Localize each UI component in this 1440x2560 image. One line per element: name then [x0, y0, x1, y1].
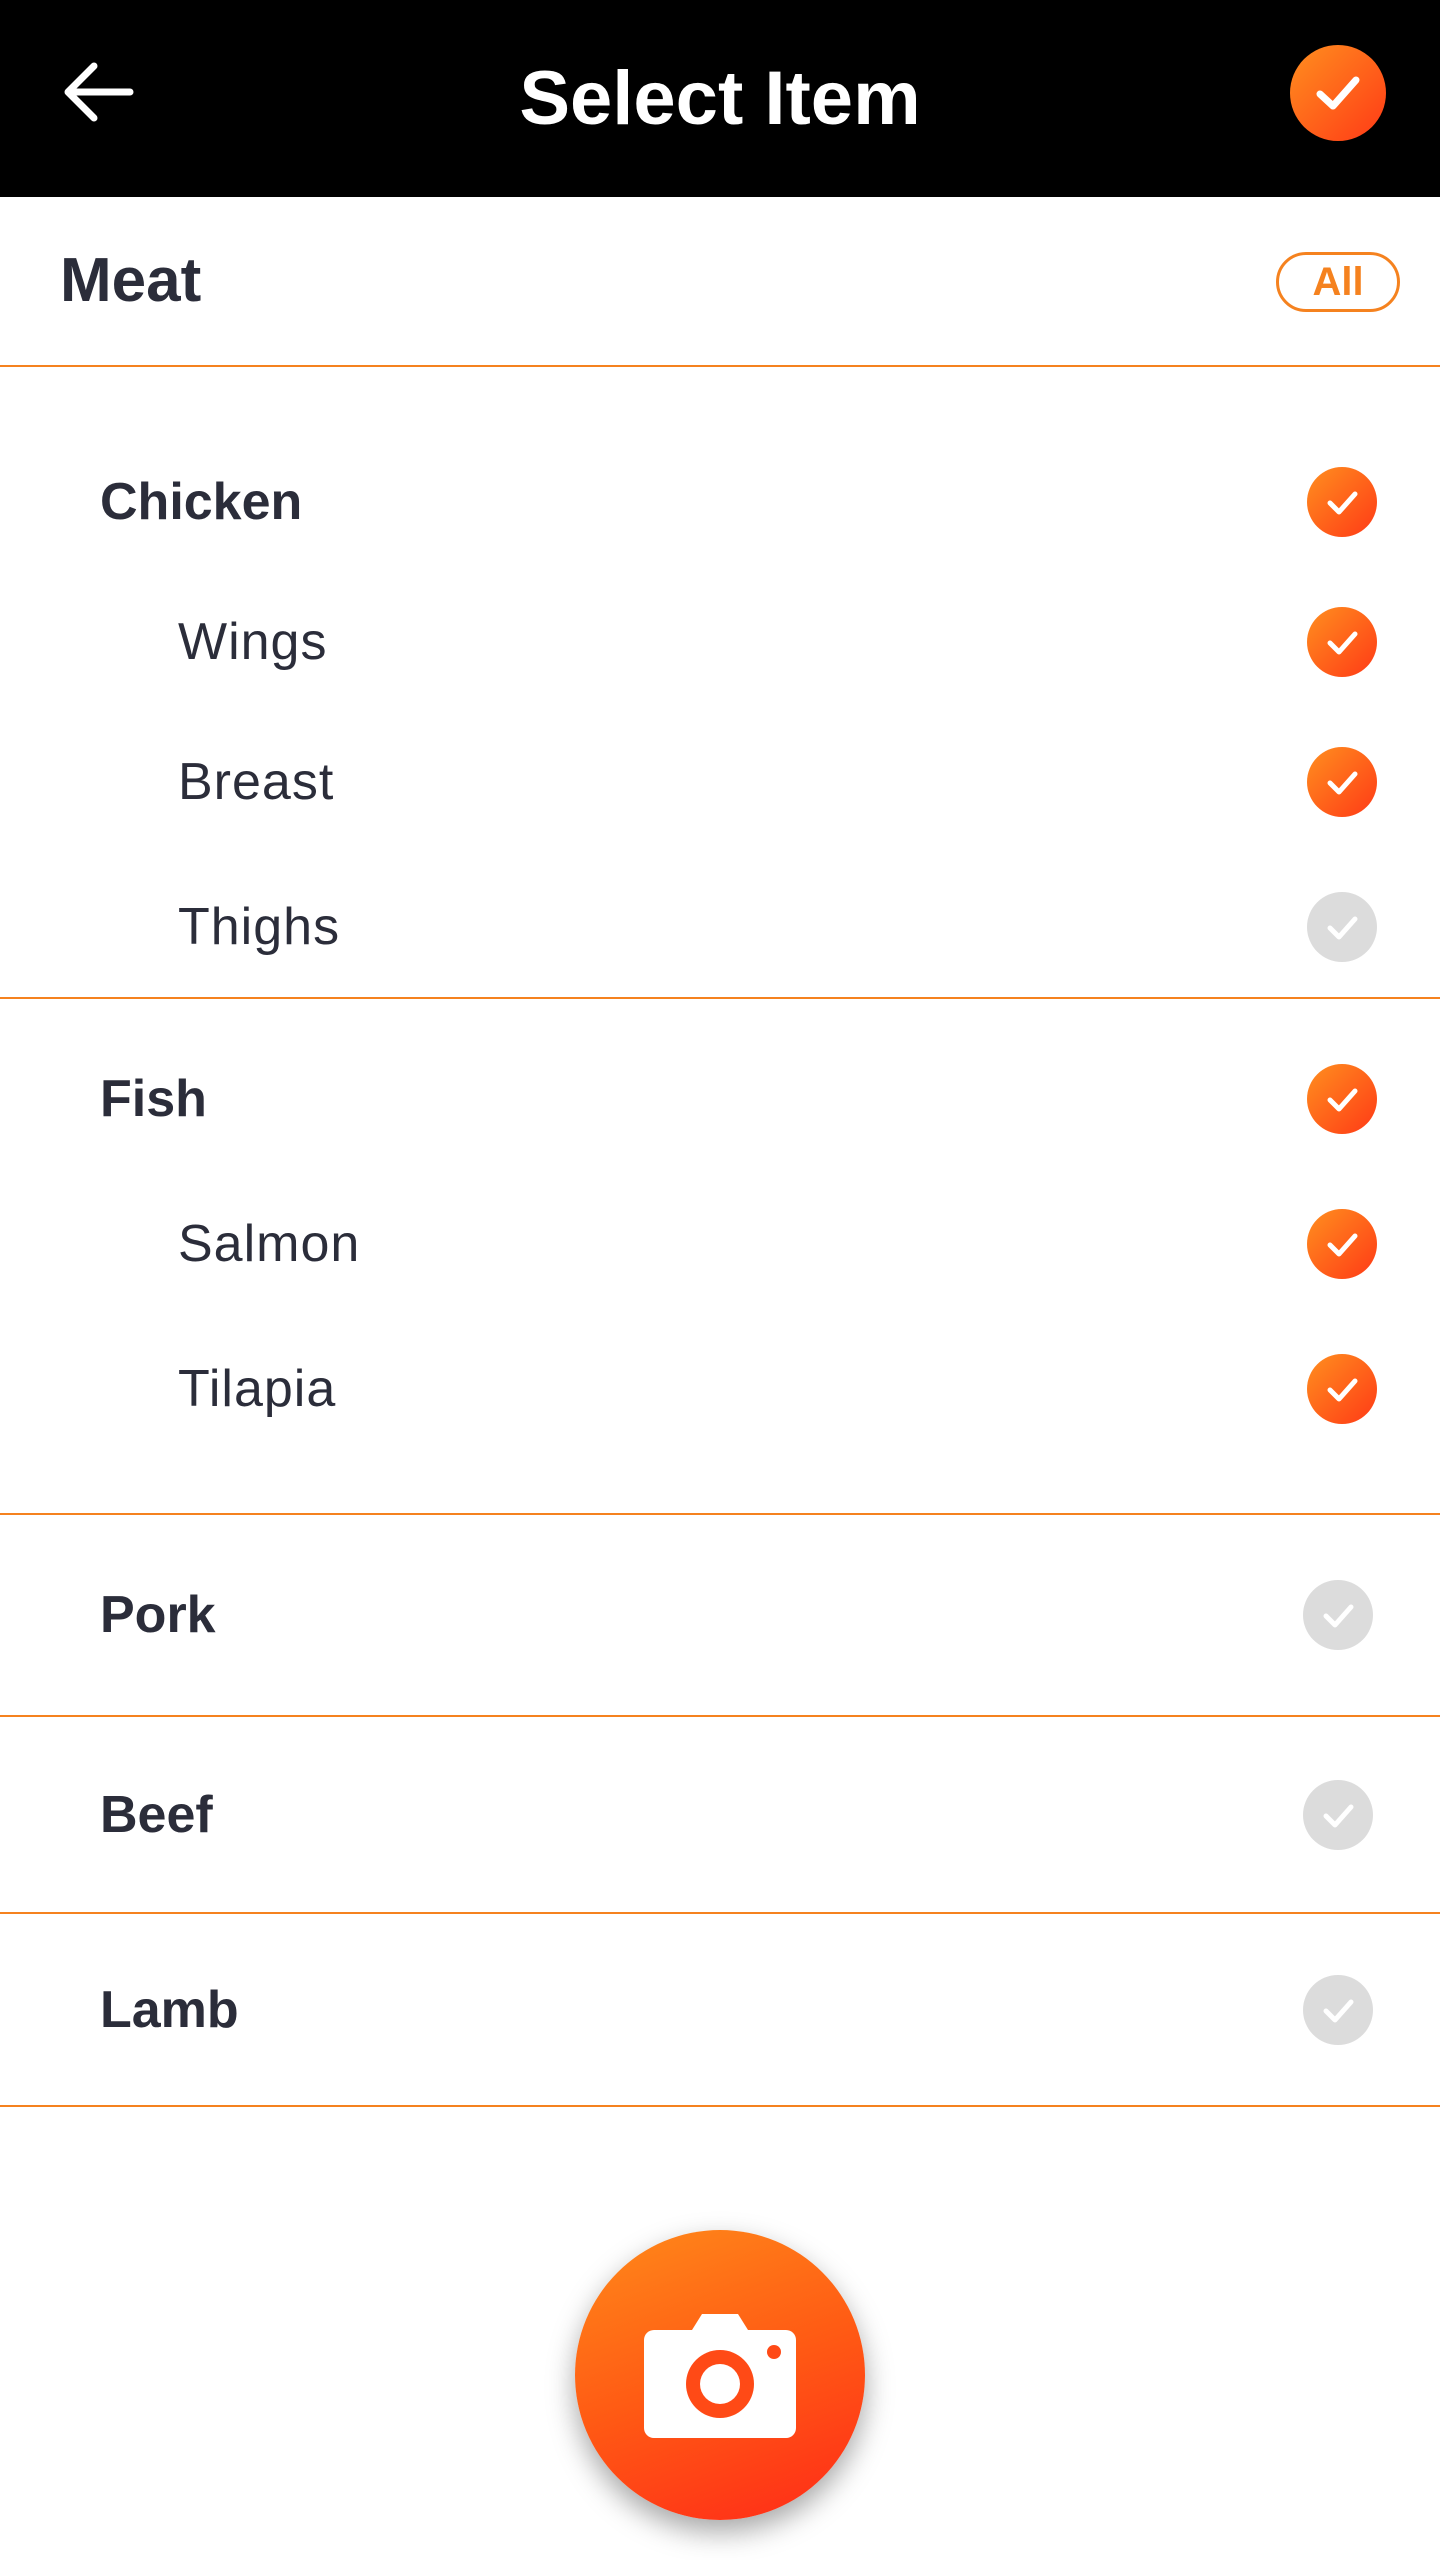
- sub-item-salmon[interactable]: Salmon: [0, 1179, 1440, 1309]
- group-item-chicken[interactable]: Chicken: [0, 427, 1440, 577]
- sub-item-breast[interactable]: Breast: [0, 717, 1440, 847]
- item-label: Salmon: [178, 1215, 361, 1273]
- check-icon[interactable]: [1303, 1974, 1373, 2045]
- group-chicken: Chicken Wings Breast Thighs: [0, 367, 1440, 999]
- check-icon[interactable]: [1307, 1064, 1377, 1134]
- check-icon[interactable]: [1307, 892, 1377, 962]
- check-icon: [1316, 76, 1360, 110]
- arrow-left-icon: [64, 62, 134, 122]
- item-label: Wings: [178, 613, 328, 671]
- item-label: Chicken: [100, 473, 303, 531]
- top-app-bar: Select Item: [0, 0, 1440, 197]
- group-item-fish[interactable]: Fish: [0, 1034, 1440, 1164]
- back-button[interactable]: [58, 52, 138, 132]
- check-icon[interactable]: [1307, 747, 1377, 817]
- category-header: Meat All: [0, 197, 1440, 367]
- check-icon[interactable]: [1307, 1209, 1377, 1279]
- item-label: Breast: [178, 753, 335, 811]
- page-title: Select Item: [519, 56, 921, 141]
- group-item-beef[interactable]: Beef: [0, 1717, 1440, 1912]
- check-icon[interactable]: [1303, 1580, 1373, 1650]
- item-label: Beef: [100, 1785, 213, 1844]
- check-icon[interactable]: [1307, 607, 1377, 677]
- item-label: Thighs: [178, 898, 341, 956]
- item-label: Pork: [100, 1586, 216, 1644]
- group-pork: Pork: [0, 1515, 1440, 1717]
- check-icon[interactable]: [1307, 1354, 1377, 1424]
- confirm-button[interactable]: [1290, 45, 1386, 141]
- item-label: Fish: [100, 1070, 207, 1128]
- check-icon[interactable]: [1307, 467, 1377, 537]
- check-icon[interactable]: [1303, 1779, 1373, 1850]
- sub-item-wings[interactable]: Wings: [0, 577, 1440, 707]
- camera-button[interactable]: [575, 2230, 865, 2520]
- sub-item-tilapia[interactable]: Tilapia: [0, 1324, 1440, 1454]
- category-title: Meat: [60, 246, 202, 315]
- select-all-button[interactable]: All: [1276, 252, 1400, 312]
- item-label: Lamb: [100, 1980, 239, 2039]
- group-lamb: Lamb: [0, 1914, 1440, 2107]
- group-item-lamb[interactable]: Lamb: [0, 1914, 1440, 2105]
- group-beef: Beef: [0, 1717, 1440, 1914]
- camera-icon: [644, 2314, 796, 2438]
- group-fish: Fish Salmon Tilapia: [0, 999, 1440, 1515]
- group-item-pork[interactable]: Pork: [0, 1515, 1440, 1715]
- sub-item-thighs[interactable]: Thighs: [0, 862, 1440, 992]
- item-label: Tilapia: [178, 1360, 337, 1418]
